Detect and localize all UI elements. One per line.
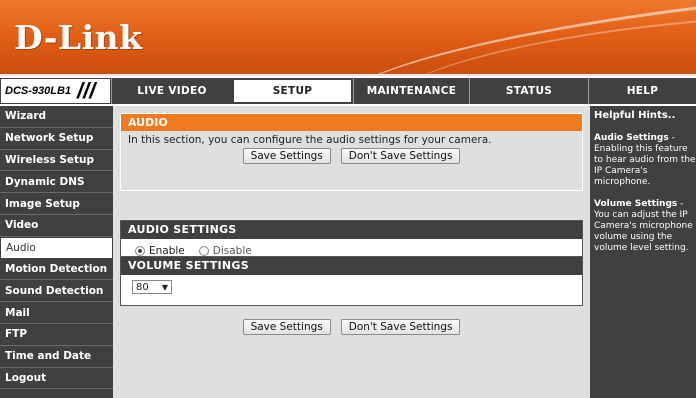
footer-dont-save-settings-button[interactable]: Don't Save Settings — [340, 319, 461, 335]
footer-save-settings-button[interactable]: Save Settings — [242, 319, 331, 335]
hint-audio-title: Audio Settings — [594, 133, 669, 143]
header-banner: D-Link — [0, 0, 696, 76]
sidebar-item-ftp[interactable]: FTP — [0, 324, 113, 346]
main-content: AUDIO In this section, you can configure… — [113, 106, 590, 398]
sidebar-item-network-setup[interactable]: Network Setup — [0, 128, 113, 150]
tab-maintenance[interactable]: MAINTENANCE — [353, 78, 469, 104]
audio-enable-radio-group: Enable Disable — [121, 239, 582, 257]
sidebar-item-image-setup[interactable]: Image Setup — [0, 193, 113, 215]
disable-radio[interactable] — [198, 246, 209, 256]
volume-settings-title: VOLUME SETTINGS — [121, 257, 582, 275]
chevron-down-icon: ▼ — [161, 282, 168, 292]
volume-settings-panel: VOLUME SETTINGS 80 ▼ — [120, 256, 583, 306]
model-name: DCS-930LB1 — [5, 85, 72, 97]
hints-title: Helpful Hints.. — [594, 110, 676, 121]
sidebar-item-wireless-setup[interactable]: Wireless Setup — [0, 150, 113, 172]
dlink-logo: D-Link — [14, 18, 143, 57]
sidebar-item-video[interactable]: Video — [0, 215, 113, 237]
footer-buttons: Save Settings Don't Save Settings — [120, 319, 583, 335]
sidebar-item-mail[interactable]: Mail — [0, 302, 113, 324]
save-settings-button[interactable]: Save Settings — [242, 148, 331, 164]
audio-section-description: In this section, you can configure the a… — [128, 134, 492, 146]
tab-status[interactable]: STATUS — [469, 78, 588, 104]
audio-settings-title: AUDIO SETTINGS — [121, 221, 582, 239]
hint-volume-title: Volume Settings — [594, 199, 678, 209]
tab-live-video[interactable]: LIVE VIDEO — [111, 78, 232, 104]
sidebar-item-logout[interactable]: Logout — [0, 368, 113, 390]
audio-section-title: AUDIO — [121, 114, 582, 131]
model-slashes: /// — [77, 78, 96, 103]
top-nav: DCS-930LB1 /// LIVE VIDEO SETUP MAINTENA… — [0, 78, 696, 104]
audio-section-buttons: Save Settings Don't Save Settings — [121, 148, 582, 164]
tab-setup[interactable]: SETUP — [232, 78, 353, 104]
banner-divider — [0, 74, 696, 76]
sidebar: Wizard Network Setup Wireless Setup Dyna… — [0, 106, 113, 398]
sidebar-item-audio[interactable]: Audio — [0, 236, 113, 259]
audio-intro-panel: AUDIO In this section, you can configure… — [120, 113, 583, 191]
enable-radio[interactable] — [135, 246, 145, 256]
tab-help[interactable]: HELP — [588, 78, 696, 104]
helpful-hints-panel: Helpful Hints.. Audio Settings - Enablin… — [590, 106, 696, 398]
model-label: DCS-930LB1 /// — [0, 78, 111, 104]
dont-save-settings-button[interactable]: Don't Save Settings — [340, 148, 461, 164]
sidebar-item-time-and-date[interactable]: Time and Date — [0, 346, 113, 368]
volume-select[interactable]: 80 ▼ — [132, 280, 172, 294]
sidebar-item-dynamic-dns[interactable]: Dynamic DNS — [0, 171, 113, 194]
volume-select-value: 80 — [136, 281, 149, 293]
sidebar-item-motion-detection[interactable]: Motion Detection — [0, 259, 113, 281]
sidebar-item-sound-detection[interactable]: Sound Detection — [0, 280, 113, 303]
hint-volume-settings: Volume Settings - You can adjust the IP … — [594, 199, 696, 254]
hint-audio-settings: Audio Settings - Enabling this feature t… — [594, 133, 696, 188]
sidebar-item-wizard[interactable]: Wizard — [0, 106, 113, 128]
